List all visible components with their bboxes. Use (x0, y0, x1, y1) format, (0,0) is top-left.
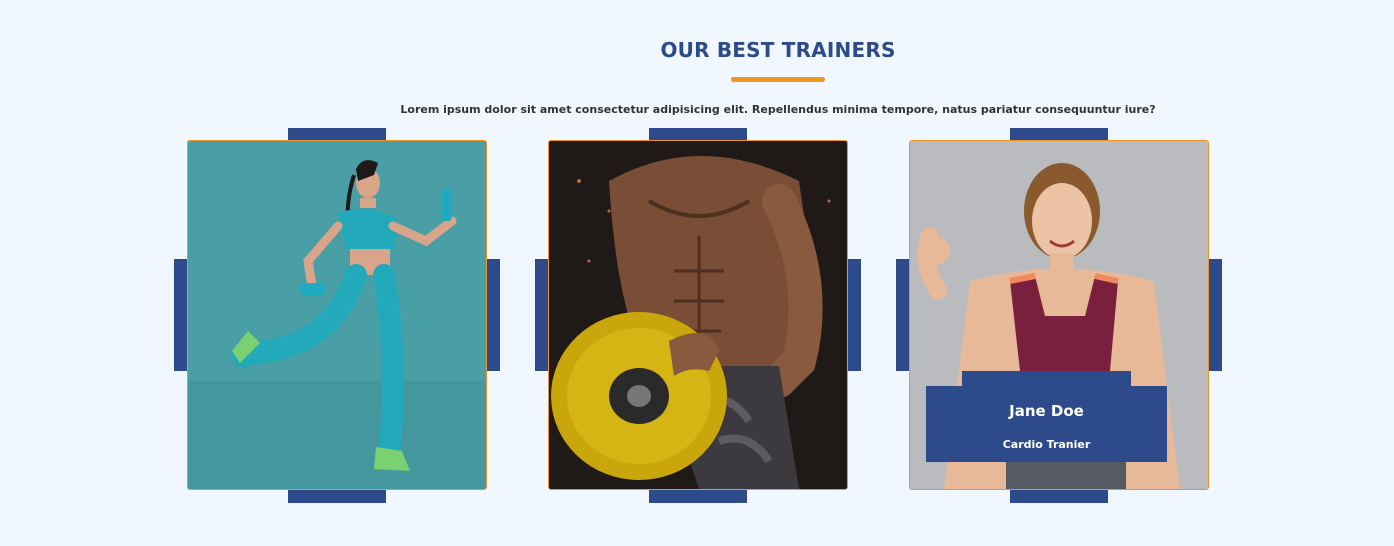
section-title: OUR BEST TRAINERS (660, 38, 896, 62)
card-decoration (847, 259, 861, 371)
card-decoration (649, 489, 747, 503)
card-decoration (1010, 489, 1108, 503)
trainer-card[interactable] (174, 128, 500, 503)
section-description: Lorem ipsum dolor sit amet consectetur a… (400, 103, 1156, 116)
trainer-photo (187, 140, 487, 490)
card-decoration (288, 489, 386, 503)
card-decoration (486, 259, 500, 371)
title-underline (731, 77, 825, 82)
trainer-role: Cardio Tranier (1002, 438, 1091, 451)
trainer-photo (548, 140, 848, 490)
card-decoration (535, 259, 549, 371)
trainer-info-box: Jane Doe Cardio Tranier (926, 371, 1167, 462)
card-decoration (896, 259, 910, 371)
trainer-card[interactable]: Jane Doe Cardio Tranier (896, 128, 1222, 503)
card-decoration (1208, 259, 1222, 371)
card-decoration (174, 259, 188, 371)
trainer-name: Jane Doe (1009, 402, 1084, 420)
trainer-card[interactable] (535, 128, 861, 503)
